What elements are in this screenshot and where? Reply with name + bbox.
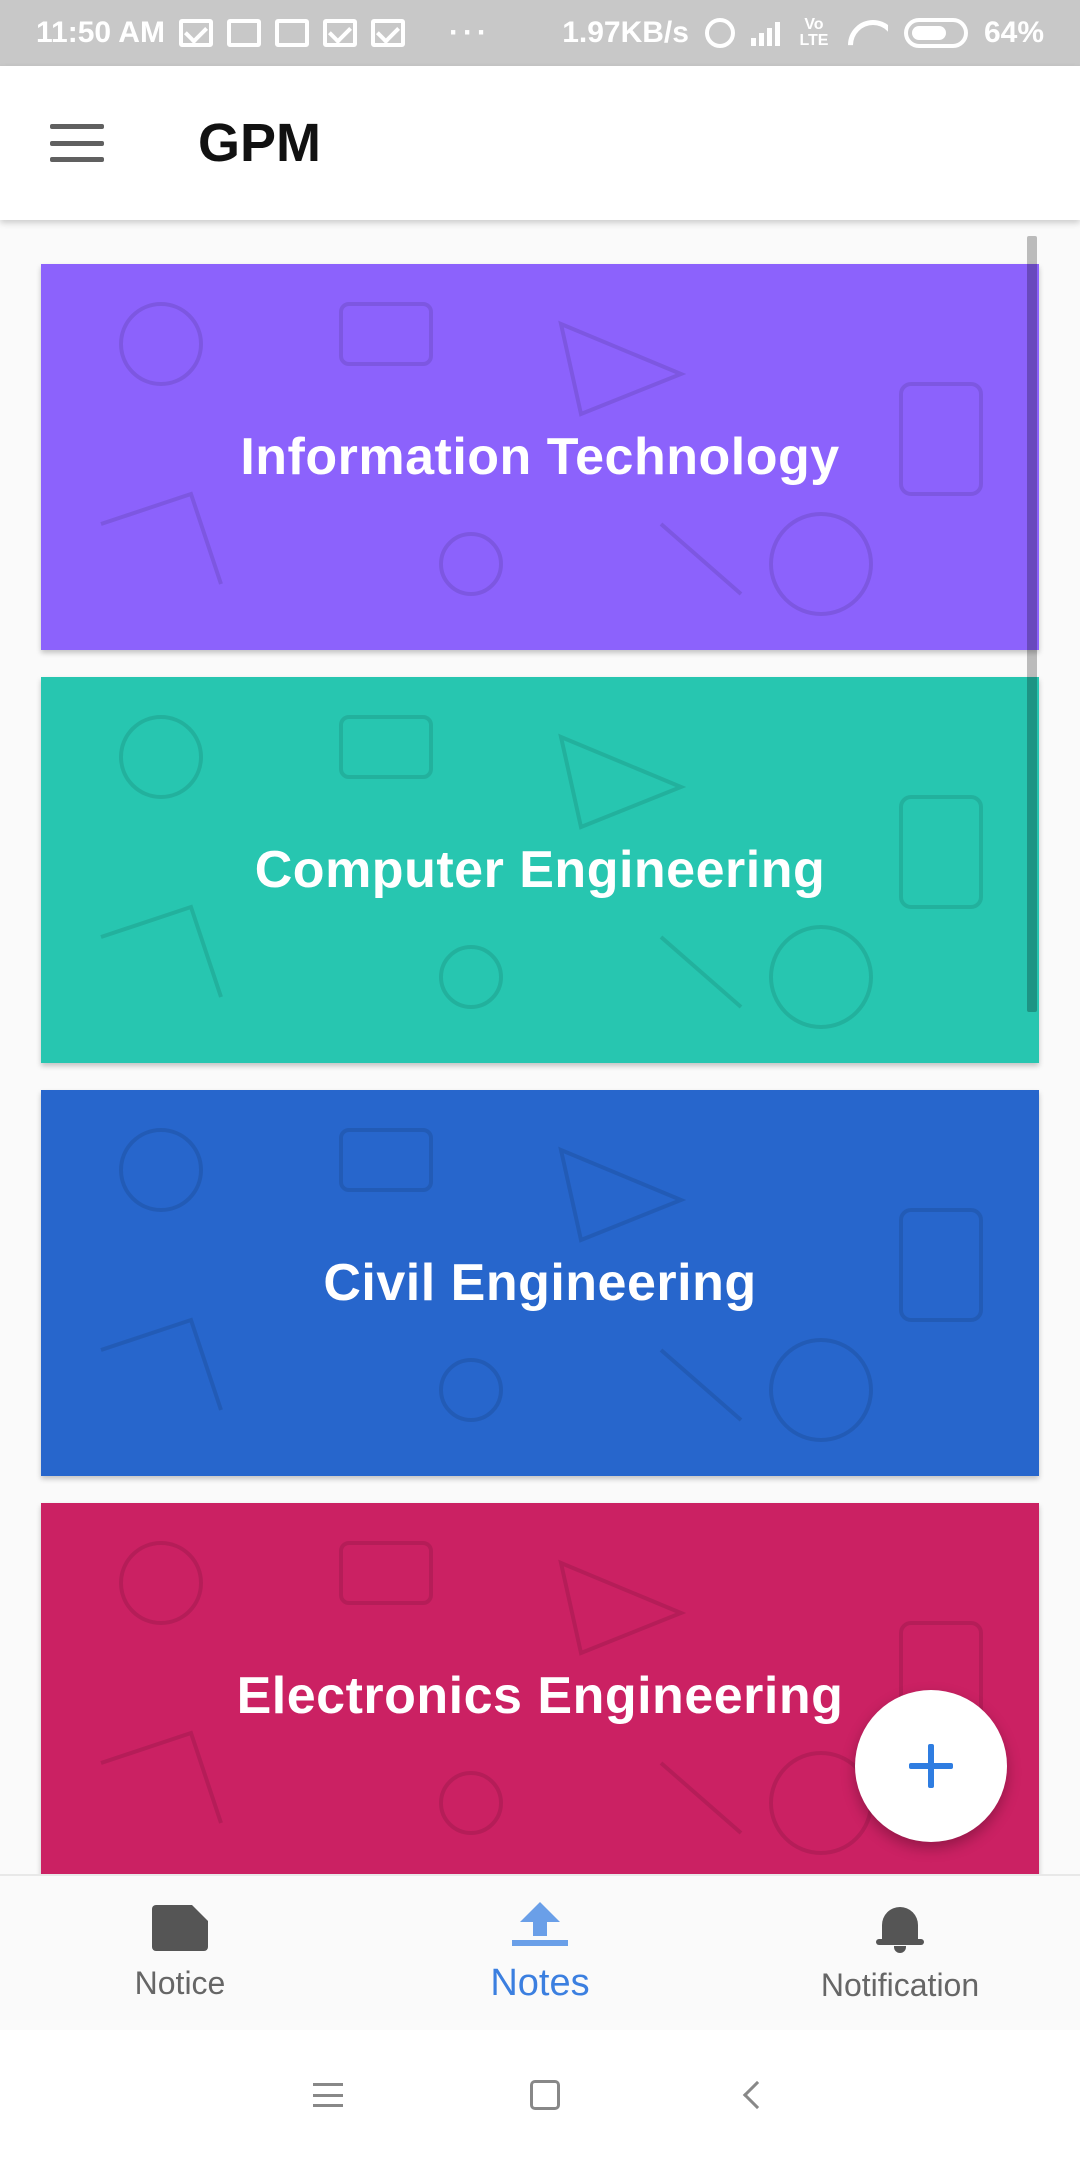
notice-icon <box>152 1903 209 1951</box>
department-card-civil-engineering[interactable]: Civil Engineering <box>41 1090 1039 1476</box>
nav-label: Notification <box>820 1966 980 2003</box>
upload-icon <box>512 1901 568 1948</box>
nav-item-notes[interactable]: Notes <box>360 1876 720 2030</box>
wifi-icon <box>848 18 888 48</box>
nav-item-notification[interactable]: Notification <box>720 1876 1080 2030</box>
card-title: Electronics Engineering <box>236 1667 844 1725</box>
home-icon[interactable] <box>529 2080 560 2110</box>
alarm-icon <box>704 18 735 48</box>
battery-percent: 64% <box>983 16 1044 49</box>
more-notifications-indicator: ··· <box>448 16 491 49</box>
department-card-computer-engineering[interactable]: Computer Engineering <box>41 677 1039 1063</box>
recents-icon[interactable] <box>313 2083 344 2107</box>
hamburger-menu-icon[interactable] <box>50 124 104 162</box>
card-title: Information Technology <box>240 428 840 486</box>
network-speed: 1.97KB/s <box>562 16 689 49</box>
add-button[interactable] <box>855 1690 1007 1842</box>
clapper-icon <box>274 19 309 47</box>
card-title: Computer Engineering <box>254 841 826 899</box>
system-navigation-bar <box>0 2030 1080 2160</box>
battery-icon <box>903 18 968 48</box>
mail-icon <box>370 19 405 47</box>
card-title: Civil Engineering <box>323 1254 757 1312</box>
bottom-navigation: Notice Notes Notification <box>0 1874 1080 2030</box>
status-bar: 11:50 AM ··· 1.97KB/s Vo LTE 64% <box>0 0 1080 66</box>
app-bar: GPM <box>0 66 1080 220</box>
department-card-information-technology[interactable]: Information Technology <box>41 264 1039 650</box>
status-time: 11:50 AM <box>36 16 165 49</box>
department-list[interactable]: Information Technology Computer Engineer… <box>0 220 1080 1874</box>
back-icon[interactable] <box>742 2080 771 2110</box>
nav-item-notice[interactable]: Notice <box>0 1876 360 2030</box>
network-type: Vo LTE <box>799 16 829 49</box>
book-icon <box>226 19 261 47</box>
nav-label: Notice <box>134 1964 226 2001</box>
bell-icon <box>876 1903 924 1953</box>
mail-icon <box>322 19 357 47</box>
signal-icon <box>750 20 780 46</box>
plus-icon <box>909 1744 953 1788</box>
page-title: GPM <box>198 113 322 173</box>
scrollbar[interactable] <box>1027 236 1037 1012</box>
mail-icon <box>178 19 213 47</box>
nav-label: Notes <box>490 1961 590 2004</box>
